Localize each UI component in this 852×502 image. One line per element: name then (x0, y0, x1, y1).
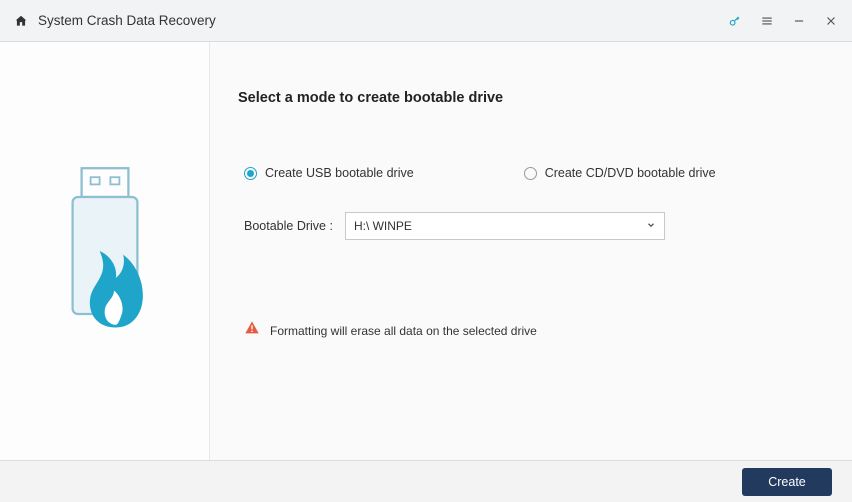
warning-row: Formatting will erase all data on the se… (238, 320, 824, 341)
titlebar: System Crash Data Recovery (0, 0, 852, 42)
chevron-down-icon (646, 219, 656, 233)
create-button[interactable]: Create (742, 468, 832, 496)
main-panel: Select a mode to create bootable drive C… (210, 42, 852, 460)
minimize-icon[interactable] (792, 14, 806, 28)
drive-row: Bootable Drive : H:\ WINPE (238, 212, 824, 240)
warning-icon (244, 320, 260, 341)
radio-usb[interactable]: Create USB bootable drive (244, 166, 414, 180)
radio-usb-label: Create USB bootable drive (265, 166, 414, 180)
titlebar-left: System Crash Data Recovery (14, 13, 216, 28)
key-icon[interactable] (728, 14, 742, 28)
mode-radio-group: Create USB bootable drive Create CD/DVD … (238, 166, 824, 180)
radio-cd[interactable]: Create CD/DVD bootable drive (524, 166, 716, 180)
close-icon[interactable] (824, 14, 838, 28)
footer: Create (0, 460, 852, 502)
home-icon[interactable] (14, 14, 28, 28)
content: Select a mode to create bootable drive C… (0, 42, 852, 460)
drive-label: Bootable Drive : (244, 219, 333, 233)
drive-select[interactable]: H:\ WINPE (345, 212, 665, 240)
titlebar-right (728, 14, 838, 28)
menu-icon[interactable] (760, 14, 774, 28)
radio-dot-icon (244, 167, 257, 180)
main-heading: Select a mode to create bootable drive (238, 90, 824, 106)
window-title: System Crash Data Recovery (38, 13, 216, 28)
drive-select-value: H:\ WINPE (354, 219, 412, 233)
warning-text: Formatting will erase all data on the se… (270, 324, 537, 338)
usb-illustration (0, 42, 210, 460)
radio-empty-icon (524, 167, 537, 180)
radio-cd-label: Create CD/DVD bootable drive (545, 166, 716, 180)
